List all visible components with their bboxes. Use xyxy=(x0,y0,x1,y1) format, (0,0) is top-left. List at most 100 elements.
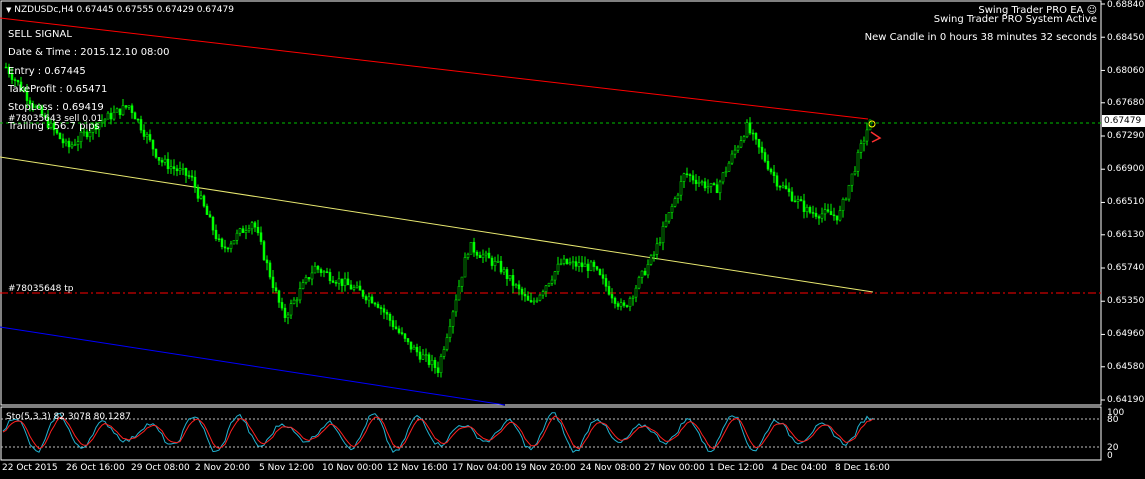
candle-body xyxy=(406,338,410,343)
price-tick: 0.64580 xyxy=(1107,362,1145,372)
candle-body xyxy=(394,326,398,330)
candle-body xyxy=(703,181,707,189)
candle-body xyxy=(658,242,662,245)
candle-body xyxy=(352,287,356,290)
candle-body xyxy=(127,105,131,108)
current-price-label: 0.67479 xyxy=(1102,115,1145,127)
resistance-trendline[interactable] xyxy=(0,17,869,120)
candle-body xyxy=(223,246,227,249)
candle-body xyxy=(109,112,113,120)
candle-body xyxy=(451,311,455,327)
candle-body xyxy=(415,346,419,353)
candle-body xyxy=(424,354,428,356)
candle-body xyxy=(163,158,167,163)
symbol-dropdown-icon[interactable]: ▼ xyxy=(6,6,11,14)
candle-body xyxy=(148,134,152,141)
candle-body xyxy=(385,312,389,315)
candle-body xyxy=(181,167,185,170)
candle-body xyxy=(484,252,488,256)
candle-body xyxy=(502,269,506,273)
signal-takeprofit: TakeProfit : 0.65471 xyxy=(8,84,108,95)
candle-body xyxy=(694,179,698,184)
candle-body xyxy=(196,187,200,199)
candle-body xyxy=(472,241,476,253)
signal-type: SELL SIGNAL xyxy=(8,29,72,40)
candle-body xyxy=(841,199,845,211)
candle-body xyxy=(649,255,653,265)
candle-body xyxy=(862,140,866,144)
candle-body xyxy=(580,262,584,268)
chart-canvas[interactable] xyxy=(0,0,1145,479)
candle-body xyxy=(775,175,779,187)
main-chart-border xyxy=(0,0,1102,406)
sell-arrow-icon xyxy=(870,131,882,143)
price-axis-ticks xyxy=(1101,3,1105,401)
candle-body xyxy=(391,320,395,328)
price-tick: 0.66900 xyxy=(1107,164,1145,174)
candle-body xyxy=(277,290,281,303)
candle-body xyxy=(64,140,68,144)
candle-body xyxy=(157,157,161,161)
candle-body xyxy=(313,265,317,274)
candle-body xyxy=(565,258,569,265)
candle-body xyxy=(757,139,761,148)
stoch-tick: 0 xyxy=(1107,451,1113,461)
candle-body xyxy=(664,220,668,227)
symbol-info: ▼ NZDUSDc,H4 0.67445 0.67555 0.67429 0.6… xyxy=(6,4,234,16)
time-tick: 22 Oct 2015 xyxy=(2,463,58,473)
candle-body xyxy=(205,205,209,215)
stoch-signal-line xyxy=(2,415,874,450)
price-tick: 0.68060 xyxy=(1107,66,1145,76)
candle-body xyxy=(655,243,659,255)
candle-body xyxy=(67,140,71,148)
time-tick: 8 Dec 16:00 xyxy=(835,463,890,473)
candle-body xyxy=(718,181,722,194)
candle-body xyxy=(436,367,440,373)
price-tick: 0.67680 xyxy=(1107,98,1145,108)
candle-body xyxy=(70,144,74,148)
price-tick: 0.66510 xyxy=(1107,197,1145,207)
candle-body xyxy=(568,262,572,265)
candle-body xyxy=(259,232,263,242)
candle-body xyxy=(433,359,437,368)
candle-body xyxy=(508,275,512,280)
time-tick: 5 Nov 12:00 xyxy=(259,463,314,473)
candle-body xyxy=(316,265,320,270)
candle-body xyxy=(796,199,800,202)
candle-body xyxy=(670,206,674,213)
candle-body xyxy=(724,171,728,174)
candle-body xyxy=(460,276,464,287)
candle-body xyxy=(835,215,839,221)
candle-body xyxy=(577,262,581,267)
candle-body xyxy=(805,206,809,212)
candle-body xyxy=(553,271,557,281)
candle-body xyxy=(652,254,656,256)
candle-body xyxy=(688,174,692,176)
candle-body xyxy=(826,209,830,212)
candle-body xyxy=(166,158,170,170)
candle-body xyxy=(820,213,824,219)
candle-body xyxy=(439,356,443,373)
candle-body xyxy=(61,138,65,144)
candle-body xyxy=(217,238,221,241)
candle-body xyxy=(514,284,518,286)
candle-body xyxy=(253,222,257,228)
candle-body xyxy=(175,168,179,172)
candle-body xyxy=(844,198,848,201)
candle-body xyxy=(469,241,473,255)
candle-body xyxy=(409,341,413,350)
candle-body xyxy=(268,262,272,278)
mid-trendline[interactable] xyxy=(0,156,874,293)
candle-body xyxy=(241,228,245,233)
candle-body xyxy=(706,186,710,189)
candle-body xyxy=(373,302,377,305)
candle-body xyxy=(790,191,794,202)
candle-body xyxy=(646,264,650,276)
candle-body xyxy=(778,185,782,188)
candle-body xyxy=(535,299,539,302)
candle-body xyxy=(634,287,638,298)
candle-body xyxy=(58,132,62,140)
candle-body xyxy=(331,280,335,283)
tp-order-label: #78035648 tp xyxy=(8,284,74,294)
candle-body xyxy=(559,263,563,265)
